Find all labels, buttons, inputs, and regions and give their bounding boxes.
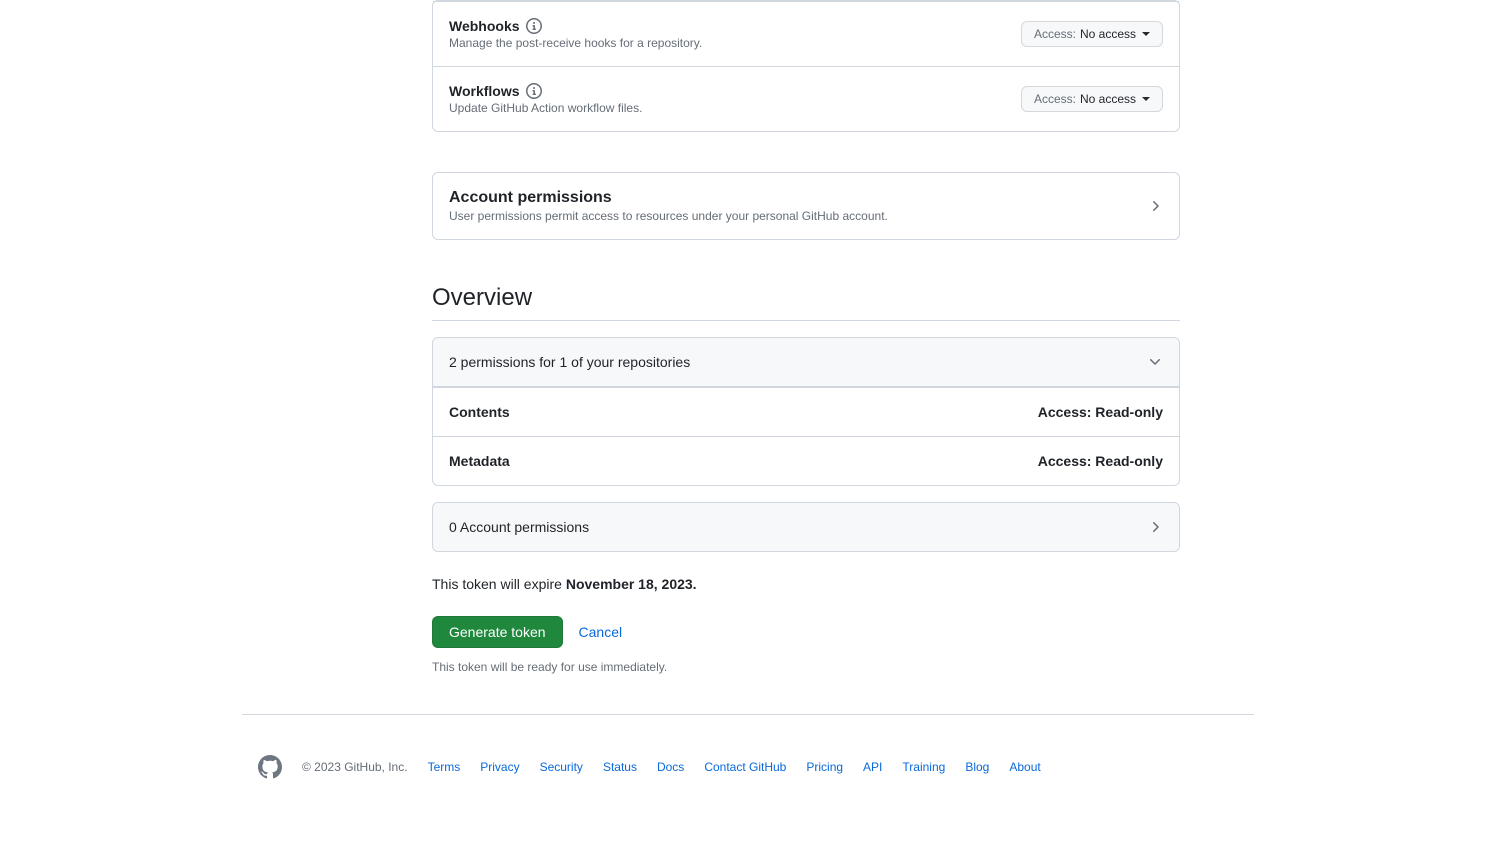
footer-link-security[interactable]: Security [540,760,583,774]
generate-token-button[interactable]: Generate token [432,616,563,648]
token-expire-date: November 18, 2023. [566,576,697,592]
footer-link-contact[interactable]: Contact GitHub [704,760,786,774]
summary-header-text: 2 permissions for 1 of your repositories [449,354,690,370]
footer-link-terms[interactable]: Terms [428,760,461,774]
github-logo-icon[interactable] [258,755,282,779]
token-ready-note: This token will be ready for use immedia… [432,660,1180,674]
caret-down-icon [1142,97,1150,101]
summary-name: Metadata [449,453,510,469]
caret-down-icon [1142,32,1150,36]
permission-row-workflows: Workflows Update GitHub Action workflow … [433,67,1179,131]
summary-header-text: 0 Account permissions [449,519,589,535]
account-permissions-title: Account permissions [449,189,888,207]
overview-heading: Overview [432,284,1180,321]
permission-row-webhooks: Webhooks Manage the post-receive hooks f… [433,1,1179,67]
repo-permissions-summary-panel: 2 permissions for 1 of your repositories… [432,337,1180,486]
info-icon[interactable] [526,83,542,99]
token-expire-text: This token will expire November 18, 2023… [432,576,1180,592]
permission-label: Webhooks Manage the post-receive hooks f… [449,18,702,50]
chevron-right-icon [1147,519,1163,535]
permission-title: Webhooks [449,18,520,34]
account-permissions-summary-header[interactable]: 0 Account permissions [433,503,1179,551]
footer-link-blog[interactable]: Blog [965,760,989,774]
access-dropdown-webhooks[interactable]: Access: No access [1021,21,1163,47]
summary-row: Metadata Access: Read-only [433,436,1179,485]
permission-label: Workflows Update GitHub Action workflow … [449,83,642,115]
account-permissions-panel[interactable]: Account permissions User permissions per… [432,172,1180,240]
repository-permissions-list: Webhooks Manage the post-receive hooks f… [432,0,1180,132]
footer-copyright: © 2023 GitHub, Inc. [302,760,408,774]
footer-link-status[interactable]: Status [603,760,637,774]
permission-title: Workflows [449,83,520,99]
footer-link-api[interactable]: API [863,760,882,774]
footer-link-pricing[interactable]: Pricing [806,760,843,774]
info-icon[interactable] [526,18,542,34]
footer-link-training[interactable]: Training [902,760,945,774]
permission-description: Update GitHub Action workflow files. [449,101,642,115]
access-dropdown-workflows[interactable]: Access: No access [1021,86,1163,112]
account-permissions-summary-panel: 0 Account permissions [432,502,1180,552]
summary-name: Contents [449,404,510,420]
summary-row: Contents Access: Read-only [433,387,1179,436]
repo-permissions-summary-header[interactable]: 2 permissions for 1 of your repositories [433,338,1179,387]
permission-description: Manage the post-receive hooks for a repo… [449,36,702,50]
cancel-link[interactable]: Cancel [579,624,623,640]
footer-link-docs[interactable]: Docs [657,760,684,774]
chevron-down-icon [1147,354,1163,370]
summary-access: Access: Read-only [1038,453,1163,469]
chevron-right-icon [1147,198,1163,214]
account-permissions-description: User permissions permit access to resour… [449,209,888,223]
summary-access: Access: Read-only [1038,404,1163,420]
footer-link-about[interactable]: About [1009,760,1040,774]
page-footer: © 2023 GitHub, Inc. Terms Privacy Securi… [242,714,1254,819]
footer-link-privacy[interactable]: Privacy [480,760,519,774]
